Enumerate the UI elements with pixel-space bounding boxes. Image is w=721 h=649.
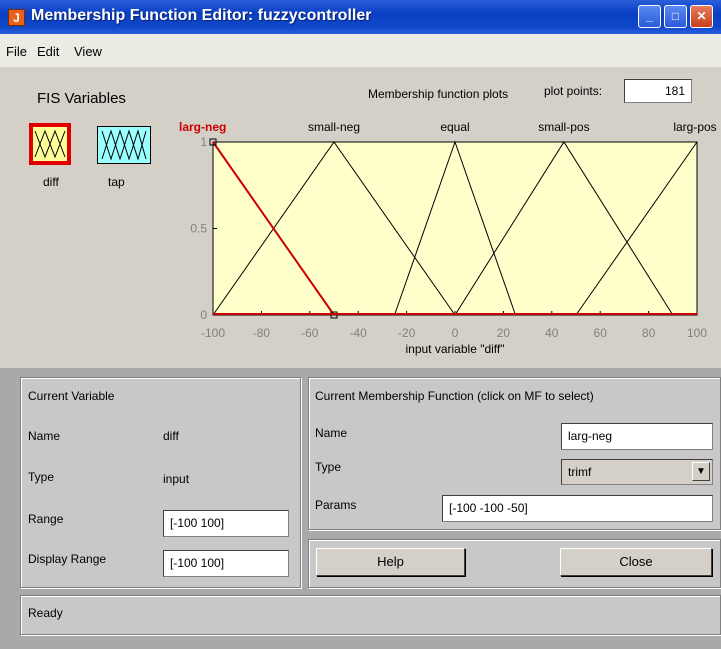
x-tick-label: 60 bbox=[594, 326, 608, 340]
mf-label-equal: equal bbox=[440, 120, 469, 134]
mf-type-label: Type bbox=[315, 460, 342, 474]
menu-view[interactable]: View bbox=[74, 44, 102, 59]
mf-label-larg-neg: larg-neg bbox=[179, 120, 226, 134]
mf-label-small-neg: small-neg bbox=[308, 120, 360, 134]
variable-diff-label: diff bbox=[43, 175, 59, 189]
plot-points-input[interactable]: 181 bbox=[624, 79, 692, 103]
variable-type-value: input bbox=[163, 472, 190, 486]
variable-name-value: diff bbox=[163, 429, 179, 443]
mf-type-select[interactable]: trimf ▼ bbox=[561, 459, 713, 485]
current-mf-heading: Current Membership Function (click on MF… bbox=[315, 389, 594, 403]
current-variable-heading: Current Variable bbox=[28, 389, 115, 403]
variable-tap-label: tap bbox=[108, 175, 125, 189]
plot-title: Membership function plots bbox=[368, 87, 509, 101]
triangle-mf-icon bbox=[101, 129, 147, 161]
variable-name-label: Name bbox=[28, 429, 61, 443]
mf-label-larg-pos: larg-pos bbox=[673, 120, 716, 134]
menu-bar bbox=[0, 34, 721, 67]
x-tick-label: 80 bbox=[642, 326, 656, 340]
x-tick-label: -60 bbox=[301, 326, 319, 340]
fis-variables-heading: FIS Variables bbox=[37, 90, 126, 107]
range-input[interactable]: [-100 100] bbox=[163, 510, 289, 537]
variable-tap-icon[interactable] bbox=[97, 126, 151, 164]
plot-points-label: plot points: bbox=[544, 84, 603, 98]
chevron-down-icon[interactable]: ▼ bbox=[692, 462, 710, 481]
x-tick-label: -40 bbox=[350, 326, 368, 340]
mf-label-small-pos: small-pos bbox=[538, 120, 589, 134]
matlab-icon: J bbox=[8, 9, 25, 26]
minimize-button[interactable]: _ bbox=[638, 5, 661, 28]
x-tick-label: -80 bbox=[253, 326, 271, 340]
range-label: Range bbox=[28, 512, 64, 526]
window-title: Membership Function Editor: fuzzycontrol… bbox=[31, 7, 372, 24]
x-tick-label: -100 bbox=[201, 326, 225, 340]
triangle-mf-icon bbox=[34, 129, 66, 159]
y-tick-label: 0 bbox=[200, 308, 207, 322]
membership-function-plot[interactable]: 0 0.5 1 -100 -80 -60 -40 -20 0 20 40 60 80 100 input v… bbox=[170, 110, 721, 362]
x-tick-label: 0 bbox=[452, 326, 459, 340]
x-tick-label: 100 bbox=[687, 326, 707, 340]
x-axis-label: input variable "diff" bbox=[405, 342, 504, 356]
maximize-button[interactable]: □ bbox=[664, 5, 687, 28]
plot-area bbox=[212, 141, 698, 316]
mf-type-value: trimf bbox=[568, 465, 592, 479]
y-tick-label: 1 bbox=[200, 135, 207, 149]
params-input[interactable]: [-100 -100 -50] bbox=[442, 495, 713, 522]
x-tick-label: 20 bbox=[497, 326, 511, 340]
variable-diff-icon[interactable] bbox=[29, 123, 71, 165]
mf-name-label: Name bbox=[315, 426, 348, 440]
close-button[interactable]: Close bbox=[560, 548, 712, 576]
x-tick-label: -20 bbox=[398, 326, 416, 340]
close-window-button[interactable]: ✕ bbox=[690, 5, 713, 28]
x-tick-label: 40 bbox=[545, 326, 559, 340]
status-text: Ready bbox=[28, 606, 63, 620]
help-button[interactable]: Help bbox=[316, 548, 465, 576]
variable-type-label: Type bbox=[28, 470, 55, 484]
params-label: Params bbox=[315, 498, 357, 512]
menu-file[interactable]: File bbox=[6, 44, 27, 59]
y-tick-label: 0.5 bbox=[190, 222, 207, 236]
display-range-label: Display Range bbox=[28, 552, 107, 566]
mf-name-input[interactable]: larg-neg bbox=[561, 423, 713, 450]
menu-edit[interactable]: Edit bbox=[37, 44, 59, 59]
status-bar bbox=[20, 595, 721, 635]
display-range-input[interactable]: [-100 100] bbox=[163, 550, 289, 577]
